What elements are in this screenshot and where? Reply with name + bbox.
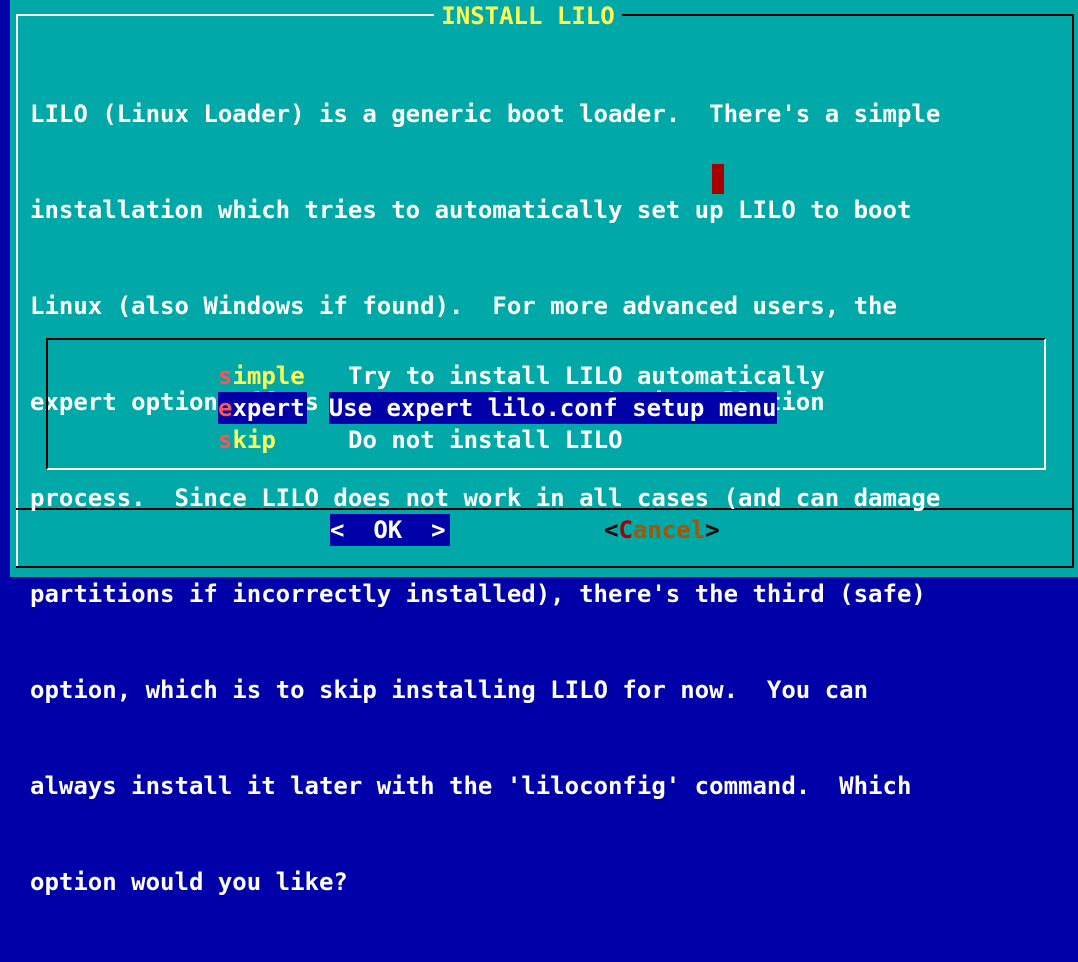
message-line: always install it later with the 'liloco… [30,772,912,800]
cancel-close-bracket: > [705,516,720,544]
menu-item-tag: skip [218,424,338,456]
menu-item-tag-rest: kip [232,426,276,454]
dialog-title: INSTALL LILO [441,2,615,30]
dialog-border-left [16,14,18,568]
menu-item-skip[interactable]: skip Do not install LILO [218,424,623,456]
text-cursor [712,164,724,194]
message-line: option, which is to skip installing LILO… [30,676,869,704]
menu-item-description: Do not install LILO [348,426,623,454]
menu-item-hotkey: e [218,394,233,422]
menu-item-gap [307,392,329,424]
dialog-border-top-right [622,14,1074,16]
menu-item-tag: expert [218,392,307,424]
menu-item-tag-rest: xpert [232,394,305,422]
message-line: LILO (Linux Loader) is a generic boot lo… [30,100,941,128]
cancel-label-rest: ancel [632,516,706,544]
menu-item-expert[interactable]: expert Use expert lilo.conf setup menu [218,392,777,424]
message-line: Linux (also Windows if found). For more … [30,292,897,320]
dialog-border-top-left [16,14,434,16]
install-lilo-dialog: INSTALL LILO LILO (Linux Loader) is a ge… [10,0,1078,896]
menu-item-description: Use expert lilo.conf setup menu [328,392,777,424]
menu-item-hotkey: s [218,362,233,390]
message-line: partitions if incorrectly installed), th… [30,580,926,608]
message-line: process. Since LILO does not work in all… [30,484,941,512]
dialog-border-right [1072,14,1074,568]
menu-item-simple[interactable]: simple Try to install LILO automatically [218,360,825,392]
menu-item-tag-rest: imple [232,362,305,390]
cancel-button[interactable]: <Cancel> [604,514,748,546]
menu-list: simple Try to install LILO automatically… [46,338,1046,470]
dialog-message: LILO (Linux Loader) is a generic boot lo… [30,34,1070,962]
menu-item-tag: simple [218,360,338,392]
ok-button[interactable]: < OK > [330,514,450,546]
message-line: option would you like? [30,868,348,896]
cancel-open-bracket: < [604,516,619,544]
menu-item-hotkey: s [218,426,233,454]
menu-item-description: Try to install LILO automatically [348,362,825,390]
cancel-hotkey: C [618,516,633,544]
message-line: installation which tries to automaticall… [30,196,912,224]
